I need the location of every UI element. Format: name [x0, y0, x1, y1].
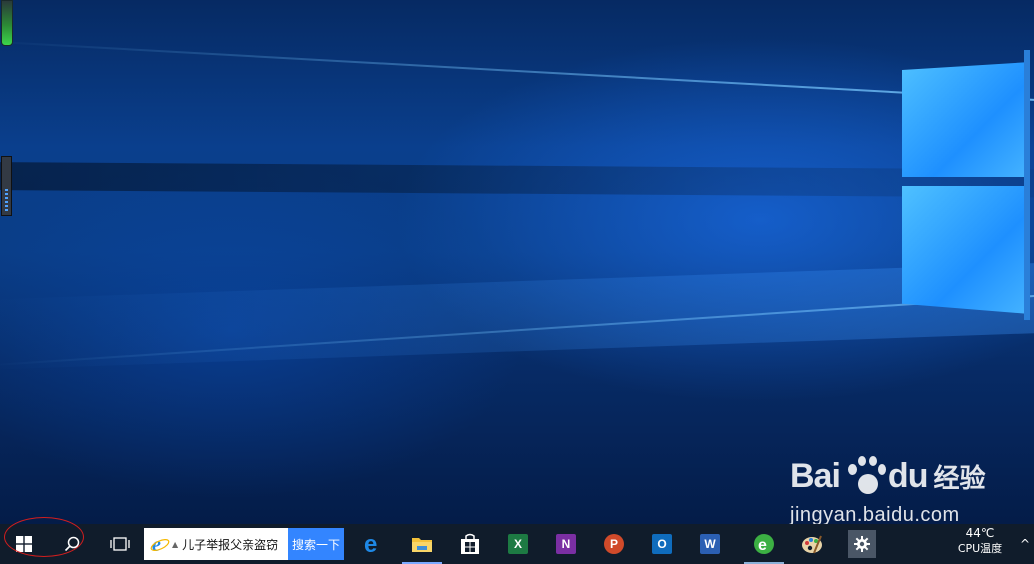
word-icon-letter: W: [704, 537, 716, 551]
onenote-icon: N: [556, 534, 576, 554]
excel-icon: X: [508, 534, 528, 554]
taskbar-app-excel[interactable]: X: [494, 524, 542, 564]
cpu-temperature-label: CPU温度: [957, 542, 1003, 555]
taskbar-app-onenote[interactable]: N: [542, 524, 590, 564]
taskbar-app-outlook[interactable]: O: [638, 524, 686, 564]
ie-icon: e: [148, 528, 172, 560]
baidu-paw-icon: [842, 454, 886, 498]
search-button[interactable]: [48, 524, 96, 564]
search-icon: [64, 536, 80, 552]
green-browser-icon: e: [754, 534, 774, 554]
powerpoint-icon-letter: P: [609, 537, 618, 551]
folder-icon: [412, 538, 432, 552]
taskbar-app-file-explorer[interactable]: [398, 524, 446, 564]
baidu-watermark: Bai du 经验 jingyan.baidu.com: [790, 448, 1030, 524]
taskbar-app-paint[interactable]: [788, 524, 836, 564]
desktop-wallpaper: Bai du 经验 jingyan.baidu.com: [0, 0, 1034, 524]
paint-palette-icon: [802, 535, 822, 554]
svg-text:e: e: [758, 537, 767, 554]
settings-tile: [848, 530, 876, 558]
watermark-brand-left: Bai: [790, 456, 841, 495]
wallpaper-light-ray: [0, 40, 1034, 104]
cpu-temperature-value: 44℃: [965, 526, 995, 540]
dropdown-caret-icon[interactable]: ▲: [172, 540, 178, 549]
watermark-brand-right: du: [887, 456, 929, 495]
store-icon: [461, 533, 479, 554]
wallpaper-window-frame: [1024, 50, 1030, 320]
desktop-battery-widget[interactable]: [1, 0, 13, 46]
taskbar-app-word[interactable]: W: [686, 524, 734, 564]
watermark-brand-cn: 经验: [933, 463, 986, 494]
svg-text:e: e: [364, 533, 377, 555]
onenote-icon-letter: N: [561, 537, 571, 551]
wallpaper-window-pane: [902, 62, 1030, 177]
wallpaper-shadow-band: [0, 162, 1034, 198]
show-hidden-icons-chevron-icon[interactable]: ^: [1016, 524, 1034, 564]
desktop-meter-widget[interactable]: [1, 156, 12, 216]
taskbar-app-browser[interactable]: e: [740, 524, 788, 564]
outlook-icon: O: [652, 534, 672, 554]
outlook-icon-letter: O: [657, 537, 667, 551]
word-icon: W: [700, 534, 720, 554]
watermark-url: jingyan.baidu.com: [790, 504, 960, 524]
taskbar-search-box[interactable]: e ▲ 儿子举报父亲盗窃 搜索一下: [144, 528, 344, 560]
search-submit-button[interactable]: 搜索一下: [288, 528, 344, 560]
cpu-temperature-widget[interactable]: 44℃ CPU温度: [944, 526, 1016, 562]
task-view-icon: [110, 537, 130, 551]
excel-icon-letter: X: [513, 537, 522, 551]
edge-icon: e: [364, 533, 377, 555]
task-view-button[interactable]: [96, 524, 144, 564]
search-query-text[interactable]: 儿子举报父亲盗窃: [182, 536, 288, 553]
taskbar-app-powerpoint[interactable]: P: [590, 524, 638, 564]
taskbar-app-settings[interactable]: [838, 524, 886, 564]
powerpoint-icon: P: [604, 534, 624, 554]
gear-icon: [854, 536, 870, 552]
taskbar-app-store[interactable]: [446, 524, 494, 564]
wallpaper-window-pane: [902, 186, 1030, 314]
taskbar-app-edge[interactable]: e: [350, 524, 398, 564]
